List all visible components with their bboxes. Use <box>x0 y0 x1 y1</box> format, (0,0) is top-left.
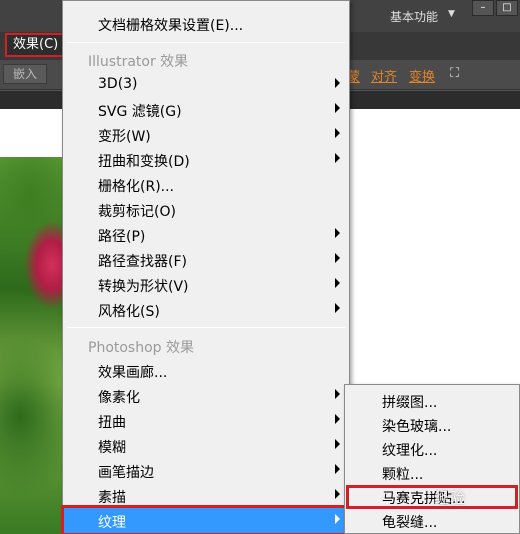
menu-item-label: 路径查找器(F) <box>98 254 187 270</box>
chevron-right-icon <box>335 228 340 238</box>
menu-item-label: 纹理 <box>98 515 126 531</box>
menu-item-label: 扭曲 <box>98 415 126 431</box>
menu-item-label: 路径(P) <box>98 229 146 245</box>
align-link[interactable]: 对齐 <box>371 66 397 85</box>
menu-item-label: 像素化 <box>98 390 140 406</box>
menu-item-warp[interactable]: 变形(W) <box>64 122 348 147</box>
minimize-icon[interactable]: – <box>472 0 494 16</box>
menu-item-label: 素描 <box>98 490 126 506</box>
submenu-item-stained-glass[interactable]: 染色玻璃... <box>346 413 518 437</box>
submenu-item-texturizer[interactable]: 纹理化... <box>346 437 518 461</box>
chevron-right-icon <box>335 303 340 313</box>
submenu-item-label: 龟裂缝... <box>382 515 438 531</box>
menu-item-svg-filters[interactable]: SVG 滤镜(G) <box>64 97 348 122</box>
effect-dropdown-menu: 文档栅格效果设置(E)... Illustrator 效果 3D(3) SVG … <box>61 0 351 534</box>
restore-icon[interactable]: □ <box>496 0 518 16</box>
menu-item-convert-to-shape[interactable]: 转换为形状(V) <box>64 272 348 297</box>
caret-down-icon[interactable]: ▼ <box>448 9 455 19</box>
menu-item-3d[interactable]: 3D(3) <box>64 72 348 97</box>
chevron-right-icon <box>335 128 340 138</box>
menu-separator <box>67 42 345 43</box>
menu-item-label: SVG 滤镜(G) <box>98 104 182 120</box>
photoshop-section-header: Photoshop 效果 <box>88 340 195 356</box>
menu-item-distort[interactable]: 扭曲 <box>64 408 348 433</box>
embed-button[interactable]: 嵌入 <box>3 64 47 84</box>
menu-item-label: 画笔描边 <box>98 465 154 481</box>
texture-submenu: 拼缀图... 染色玻璃... 纹理化... 颗粒... 马赛克拼贴... 龟裂缝… <box>344 384 520 534</box>
chevron-right-icon <box>335 389 340 399</box>
chevron-right-icon <box>335 253 340 263</box>
submenu-item-mosaic-tiles[interactable]: 马赛克拼贴... <box>346 485 518 509</box>
menu-item-crop-marks[interactable]: 裁剪标记(O) <box>64 197 348 222</box>
flower-photo <box>0 157 70 534</box>
chevron-right-icon <box>335 103 340 113</box>
submenu-item-label: 染色玻璃... <box>382 419 452 435</box>
submenu-item-grain[interactable]: 颗粒... <box>346 461 518 485</box>
submenu-item-label: 颗粒... <box>382 467 424 483</box>
chevron-right-icon <box>335 153 340 163</box>
menu-item-label: 模糊 <box>98 440 126 456</box>
chevron-right-icon <box>335 414 340 424</box>
menu-item-label: 扭曲和变换(D) <box>98 154 190 170</box>
menu-item-label: 效果画廊... <box>98 365 168 381</box>
submenu-item-label: 纹理化... <box>382 443 438 459</box>
menu-item-label: 风格化(S) <box>98 304 160 320</box>
menu-item-path[interactable]: 路径(P) <box>64 222 348 247</box>
chevron-right-icon <box>335 78 340 88</box>
menu-item-label: 裁剪标记(O) <box>98 204 176 220</box>
watermark: 经验 <box>434 489 467 507</box>
workspace-switcher-label[interactable]: 基本功能 <box>390 8 438 25</box>
chevron-right-icon <box>335 489 340 499</box>
menu-item-sketch[interactable]: 素描 <box>64 483 348 508</box>
menu-item-label: 栅格化(R)... <box>98 179 175 195</box>
submenu-item-craquelure[interactable]: 龟裂缝... <box>346 509 518 533</box>
submenu-item-label: 拼缀图... <box>382 395 438 411</box>
menu-item-distort-transform[interactable]: 扭曲和变换(D) <box>64 147 348 172</box>
menu-item-label: 文档栅格效果设置(E)... <box>98 18 244 34</box>
bounding-box-icon[interactable]: ⛶ <box>450 66 459 81</box>
menu-item-stylize[interactable]: 风格化(S) <box>64 297 348 322</box>
menu-item-brush-strokes[interactable]: 画笔描边 <box>64 458 348 483</box>
menu-item-effect-gallery[interactable]: 效果画廊... <box>64 358 348 383</box>
menu-item-pathfinder[interactable]: 路径查找器(F) <box>64 247 348 272</box>
chevron-right-icon <box>335 439 340 449</box>
menu-item-blur[interactable]: 模糊 <box>64 433 348 458</box>
submenu-item-patchwork[interactable]: 拼缀图... <box>346 389 518 413</box>
menu-item-label: 转换为形状(V) <box>98 279 189 295</box>
chevron-right-icon <box>335 464 340 474</box>
illustrator-section-header: Illustrator 效果 <box>88 54 189 70</box>
menu-item-rasterize[interactable]: 栅格化(R)... <box>64 172 348 197</box>
menu-item-pixelate[interactable]: 像素化 <box>64 383 348 408</box>
menu-item-label: 变形(W) <box>98 129 151 145</box>
menu-item-texture[interactable]: 纹理 <box>61 505 351 534</box>
chevron-right-icon <box>335 278 340 288</box>
effect-menu-button[interactable]: 效果(C) <box>5 33 67 57</box>
menu-item-document-raster-settings[interactable]: 文档栅格效果设置(E)... <box>64 11 348 36</box>
menu-item-label: 3D(3) <box>98 76 138 92</box>
chevron-right-icon <box>335 514 340 524</box>
menu-separator <box>67 327 345 328</box>
transform-link[interactable]: 变换 <box>409 66 435 85</box>
